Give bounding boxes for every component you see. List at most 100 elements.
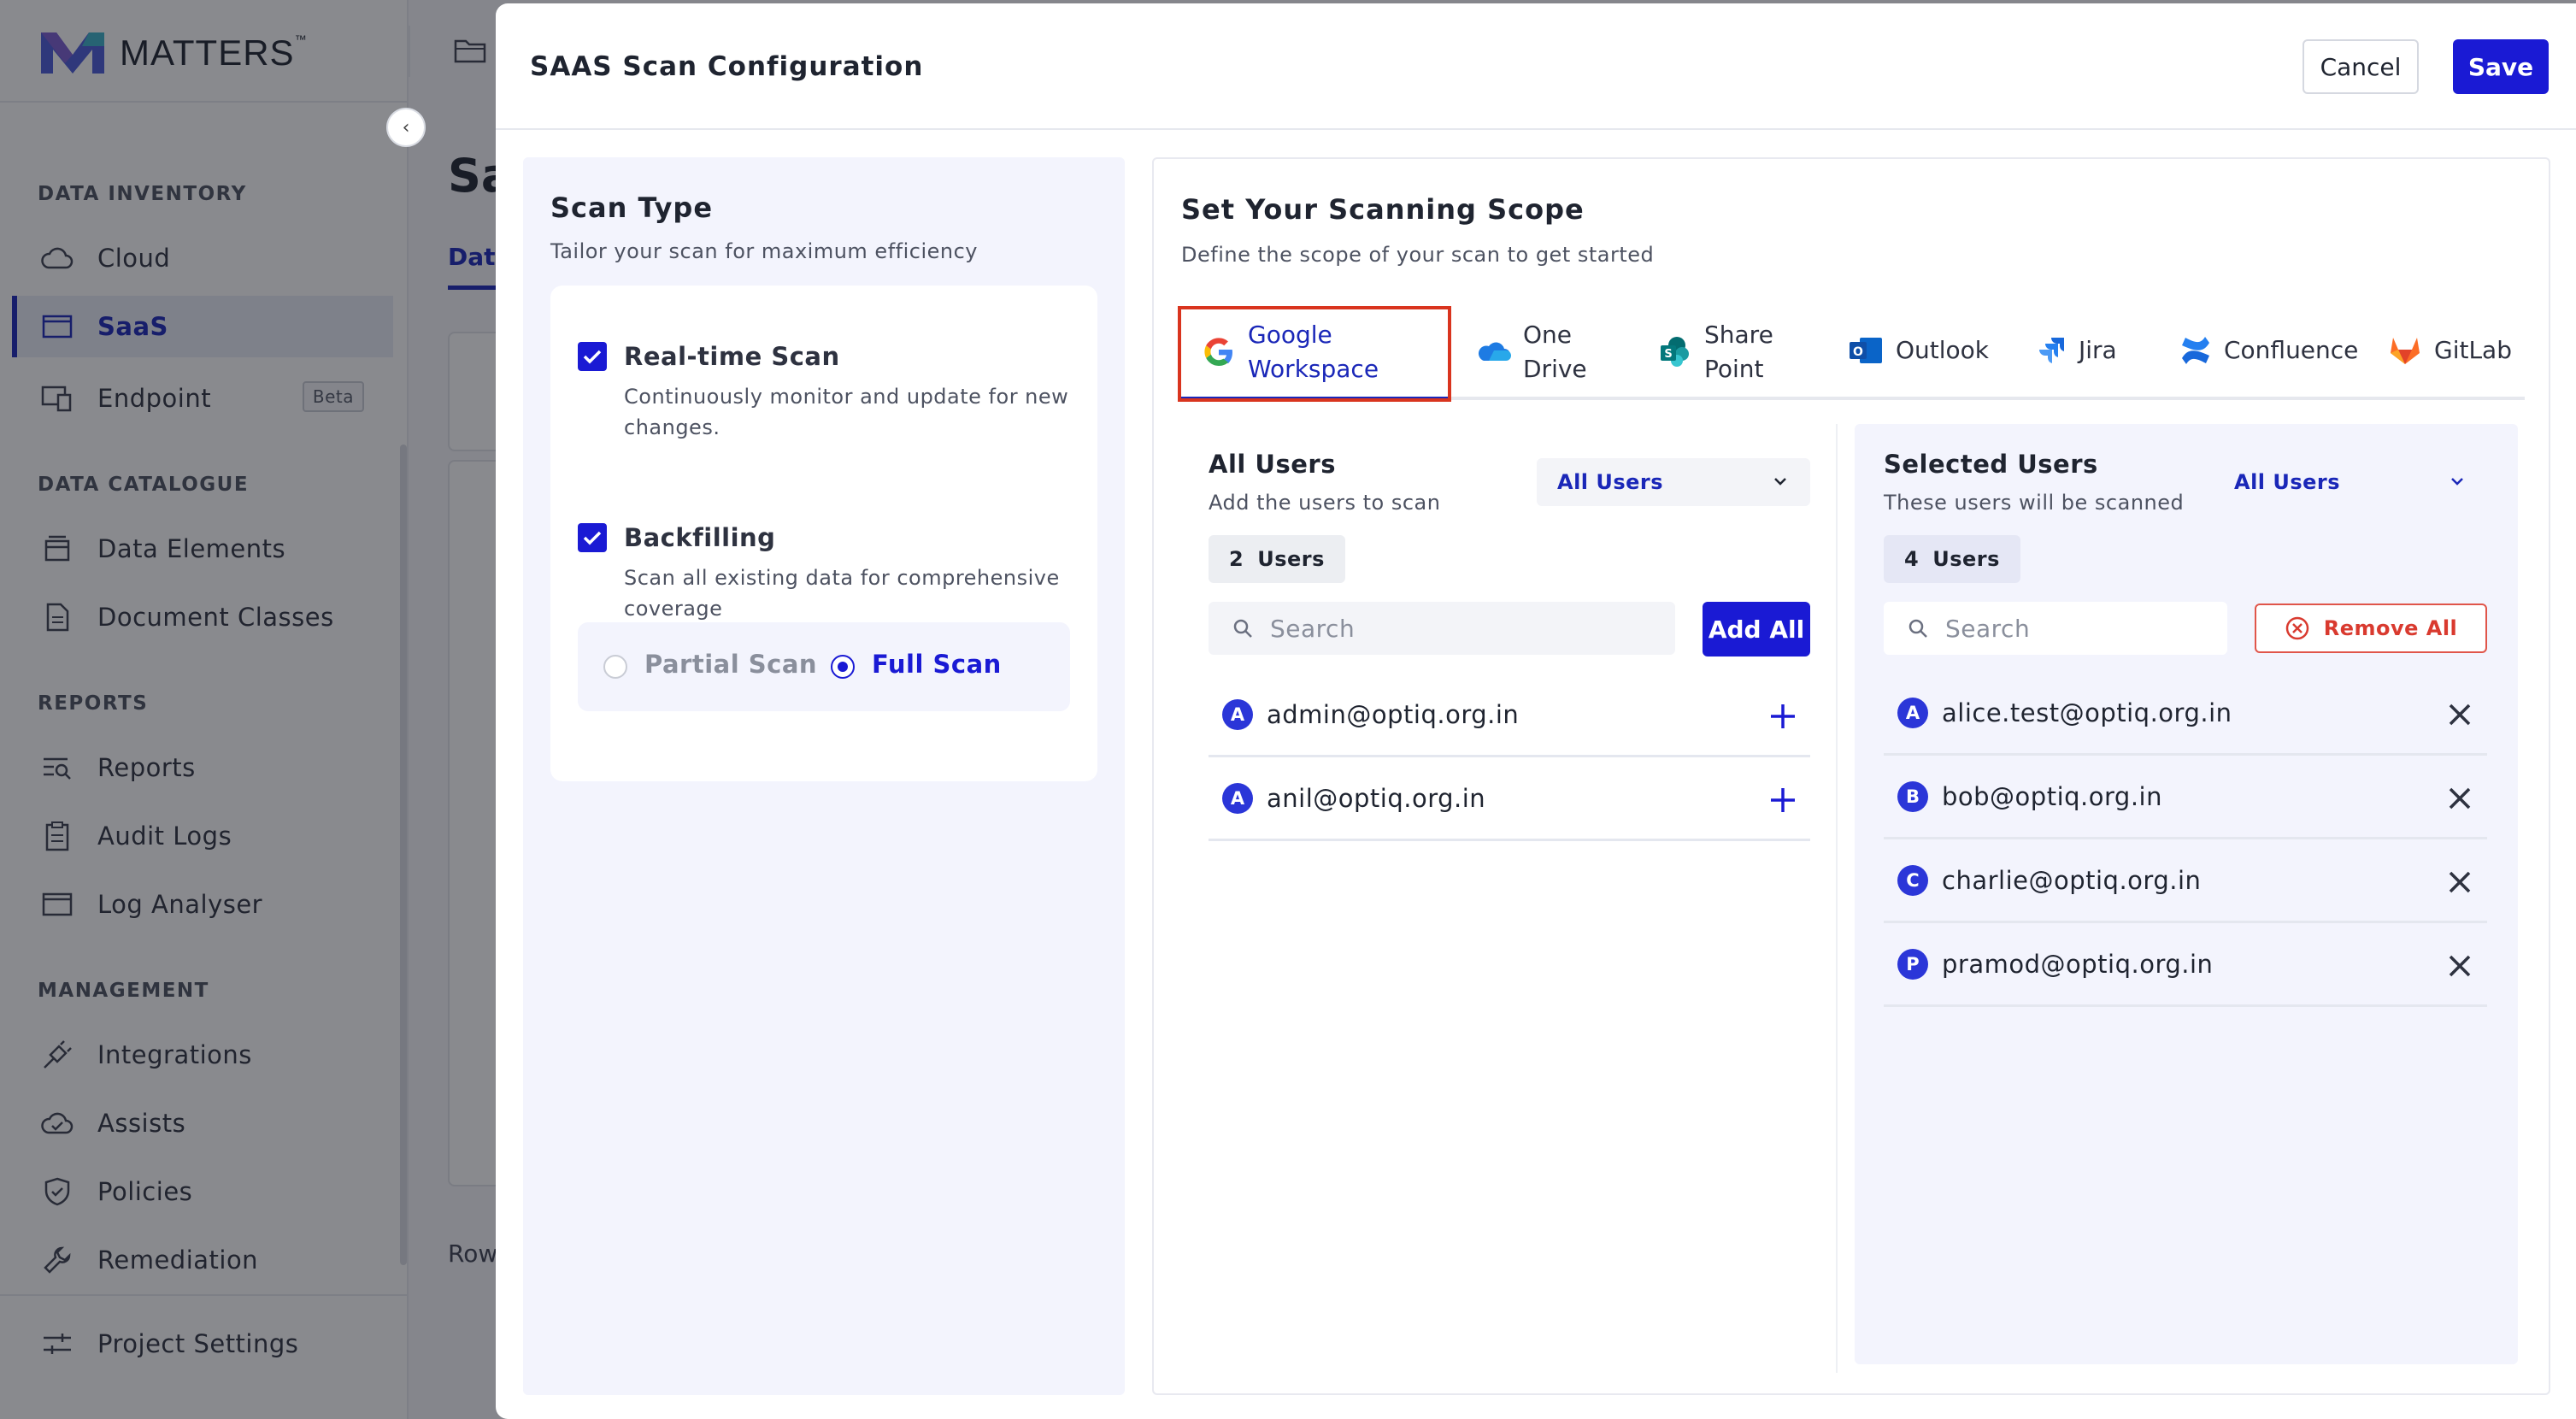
scope-subtitle: Define the scope of your scan to get sta… xyxy=(1181,243,1655,267)
all-users-filter-select[interactable]: All Users xyxy=(1537,458,1810,506)
partial-scan-label[interactable]: Partial Scan xyxy=(644,650,817,679)
modal-header: SAAS Scan Configuration Cancel Save xyxy=(496,3,2576,130)
tab-gitlab[interactable]: GitLab xyxy=(2388,333,2512,368)
user-email: charlie@optiq.org.in xyxy=(1942,865,2202,895)
realtime-scan-label: Real-time Scan xyxy=(624,342,840,371)
backfilling-checkbox[interactable] xyxy=(578,523,607,552)
search-icon xyxy=(1908,619,1927,638)
plus-icon xyxy=(1771,788,1795,812)
tab-onedrive[interactable]: One Drive xyxy=(1477,318,1587,386)
all-users-count-badge: 2 Users xyxy=(1209,535,1345,583)
backfilling-description: Scan all existing data for comprehensive… xyxy=(624,566,1060,621)
tab-confluence[interactable]: Confluence xyxy=(2179,333,2358,368)
modal-title: SAAS Scan Configuration xyxy=(530,51,924,82)
scan-mode-group: Partial Scan Full Scan xyxy=(578,622,1070,711)
highlight-box xyxy=(1178,306,1451,402)
realtime-scan-description: Continuously monitor and update for new … xyxy=(624,385,1069,439)
selected-users-subtitle: These users will be scanned xyxy=(1884,491,2185,515)
tab-label: Outlook xyxy=(1896,336,1990,364)
chevron-left-icon: ‹ xyxy=(402,116,410,138)
backfilling-label: Backfilling xyxy=(624,523,776,552)
all-users-search-input[interactable]: Search xyxy=(1209,602,1675,655)
filter-value: All Users xyxy=(2234,470,2341,494)
user-email: admin@optiq.org.in xyxy=(1267,699,1520,729)
search-icon xyxy=(1233,619,1252,638)
remove-user-button[interactable] xyxy=(2443,698,2477,732)
remove-circle-icon xyxy=(2285,616,2308,640)
column-divider xyxy=(1836,424,1838,1373)
close-icon xyxy=(2449,704,2471,726)
cancel-button[interactable]: Cancel xyxy=(2303,39,2419,94)
filter-value: All Users xyxy=(1557,470,1664,494)
add-user-button[interactable] xyxy=(1766,699,1800,733)
full-scan-radio[interactable] xyxy=(831,655,855,679)
app-root: MATTERS™ DATA INVENTORY Cloud SaaS Endpo… xyxy=(0,0,2576,1419)
avatar: P xyxy=(1897,948,1928,980)
checkmark-icon xyxy=(583,531,602,545)
scan-type-subtitle: Tailor your scan for maximum efficiency xyxy=(550,239,979,263)
user-email: bob@optiq.org.in xyxy=(1942,781,2162,811)
close-icon xyxy=(2449,871,2471,893)
partial-scan-radio[interactable] xyxy=(603,655,627,679)
avatar: A xyxy=(1222,782,1253,814)
checkmark-icon xyxy=(583,350,602,364)
tab-label: Jira xyxy=(2079,336,2117,364)
user-email: pramod@optiq.org.in xyxy=(1942,949,2214,979)
remove-all-label: Remove All xyxy=(2323,616,2458,640)
scope-title: Set Your Scanning Scope xyxy=(1181,193,1585,226)
count-value: 4 xyxy=(1904,547,1920,571)
selected-users-filter-select[interactable]: All Users xyxy=(2214,458,2487,506)
remove-all-button[interactable]: Remove All xyxy=(2255,604,2487,653)
svg-text:S: S xyxy=(1664,348,1672,361)
tab-outlook[interactable]: O Outlook xyxy=(1848,333,1989,368)
close-icon xyxy=(2449,787,2471,810)
gitlab-icon xyxy=(2391,338,2420,364)
chevron-down-icon xyxy=(2451,478,2463,486)
svg-text:O: O xyxy=(1853,345,1863,359)
user-email: alice.test@optiq.org.in xyxy=(1942,698,2232,727)
count-unit: Users xyxy=(1932,547,2000,571)
outlook-icon: O xyxy=(1850,338,1882,363)
close-icon xyxy=(2449,955,2471,977)
avatar: A xyxy=(1897,697,1928,728)
list-item: A anil@optiq.org.in xyxy=(1209,757,1810,841)
confluence-icon xyxy=(2182,337,2209,364)
saas-scan-config-modal: SAAS Scan Configuration Cancel Save Scan… xyxy=(496,3,2576,1419)
avatar: B xyxy=(1897,780,1928,812)
user-email: anil@optiq.org.in xyxy=(1267,783,1486,813)
remove-user-button[interactable] xyxy=(2443,781,2477,815)
tab-label: One Drive xyxy=(1523,321,1587,383)
tab-jira[interactable]: Jira xyxy=(2036,333,2117,368)
selected-users-search-input[interactable]: Search xyxy=(1884,602,2227,655)
scan-type-panel: Scan Type Tailor your scan for maximum e… xyxy=(523,157,1125,1395)
realtime-scan-checkbox[interactable] xyxy=(578,342,607,371)
list-item: P pramod@optiq.org.in xyxy=(1884,923,2487,1007)
remove-user-button[interactable] xyxy=(2443,865,2477,899)
selected-users-title: Selected Users xyxy=(1884,450,2098,479)
scan-type-title: Scan Type xyxy=(550,191,714,224)
sharepoint-icon: S xyxy=(1661,337,1689,367)
collapse-sidebar-button[interactable]: ‹ xyxy=(386,108,426,147)
add-all-button[interactable]: Add All xyxy=(1703,602,1810,657)
onedrive-icon xyxy=(1478,342,1511,361)
remove-user-button[interactable] xyxy=(2443,949,2477,983)
save-button[interactable]: Save xyxy=(2453,39,2549,94)
list-item: A admin@optiq.org.in xyxy=(1209,674,1810,757)
avatar: A xyxy=(1222,698,1253,730)
count-value: 2 xyxy=(1229,547,1244,571)
list-item: C charlie@optiq.org.in xyxy=(1884,839,2487,923)
tab-label: Confluence xyxy=(2224,336,2359,364)
search-placeholder: Search xyxy=(1945,614,2031,643)
search-placeholder: Search xyxy=(1270,614,1356,643)
chevron-down-icon xyxy=(1774,478,1786,486)
tab-label: Share Point xyxy=(1704,321,1773,383)
plus-icon xyxy=(1771,704,1795,728)
avatar: C xyxy=(1897,864,1928,896)
list-item: B bob@optiq.org.in xyxy=(1884,756,2487,839)
add-user-button[interactable] xyxy=(1766,783,1800,817)
scanning-scope-panel: Set Your Scanning Scope Define the scope… xyxy=(1152,157,2550,1395)
list-item: A alice.test@optiq.org.in xyxy=(1884,672,2487,756)
full-scan-label[interactable]: Full Scan xyxy=(872,650,1002,679)
scan-options-card: Real-time Scan Continuously monitor and … xyxy=(550,286,1097,781)
tab-sharepoint[interactable]: S Share Point xyxy=(1658,318,1773,386)
